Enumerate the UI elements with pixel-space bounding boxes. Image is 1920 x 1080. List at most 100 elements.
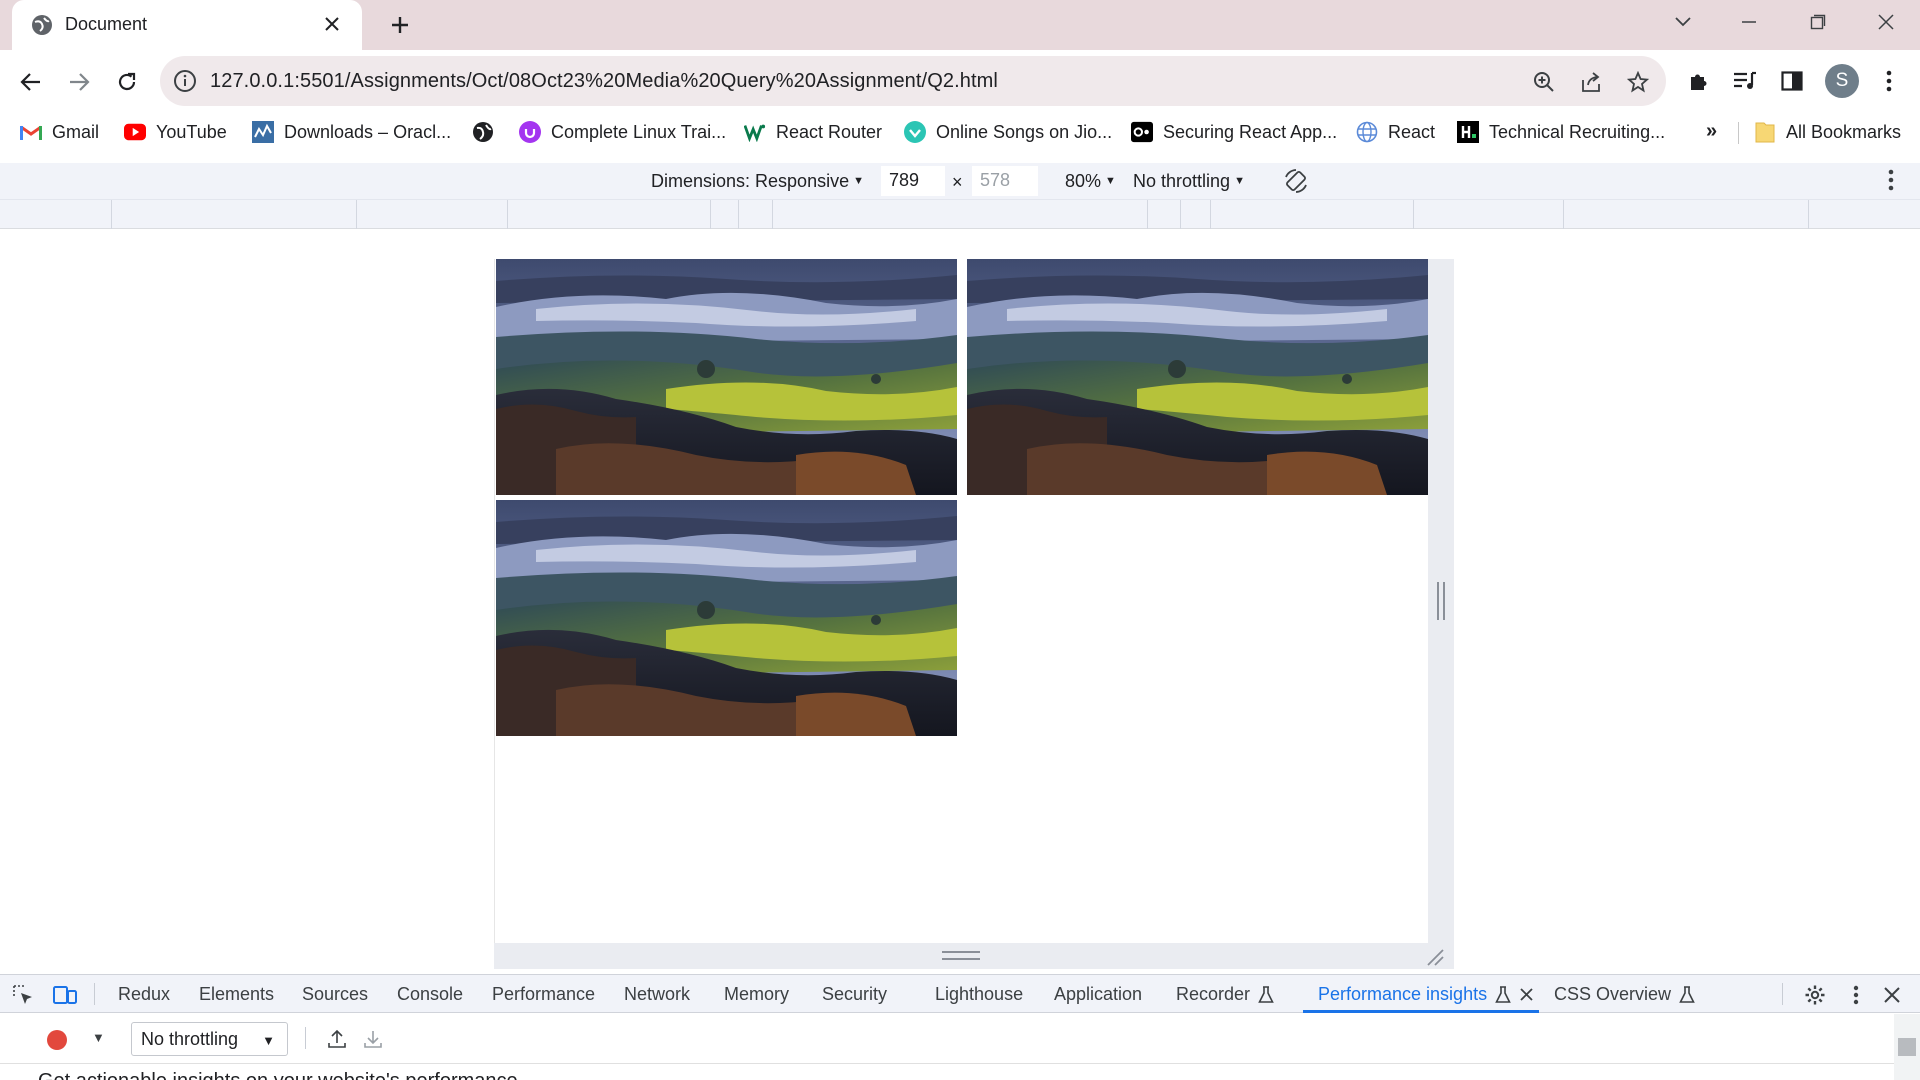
resize-grip [942, 951, 980, 960]
side-panel-icon[interactable] [1777, 66, 1807, 96]
zoom-dropdown[interactable]: 80% ▼ [1065, 171, 1116, 192]
download-icon[interactable] [360, 1026, 386, 1052]
experiment-flask-icon [1258, 985, 1274, 1003]
viewport-height-input[interactable]: 578 [972, 166, 1038, 196]
bookmark-oracle[interactable]: Downloads – Oracl... [252, 119, 451, 145]
dimensions-label: Dimensions: Responsive [651, 171, 850, 191]
udemy-icon [519, 121, 541, 143]
bookmark-gmail[interactable]: Gmail [20, 119, 99, 145]
active-tab-indicator [1303, 1010, 1539, 1013]
bookmark-linux-training[interactable]: Complete Linux Trai... [519, 119, 726, 145]
tab-security[interactable]: Security [822, 984, 887, 1005]
dimensions-dropdown[interactable]: Dimensions: Responsive ▼ [651, 171, 864, 192]
tab-redux[interactable]: Redux [118, 984, 170, 1005]
zoom-value: 80% [1065, 171, 1102, 191]
share-icon[interactable] [1578, 69, 1604, 95]
network-throttling-dropdown[interactable]: No throttling ▼ [1133, 171, 1245, 192]
media-query-marker [738, 200, 739, 229]
viewport-width-input[interactable]: 789 [881, 166, 945, 196]
throttling-select[interactable]: No throttling ▼ [131, 1022, 288, 1056]
rotate-icon[interactable] [1282, 167, 1310, 195]
devtools-scrollbar[interactable] [1894, 1014, 1920, 1080]
bookmarks-overflow-chevron[interactable]: » [1706, 120, 1717, 143]
globe-icon [472, 121, 494, 143]
bookmark-technical-recruiting[interactable]: Technical Recruiting... [1457, 119, 1665, 145]
performance-insights-intro: Get actionable insights on your website'… [38, 1070, 518, 1080]
device-toggle-icon[interactable] [52, 982, 78, 1008]
extensions-icon[interactable] [1683, 66, 1713, 96]
close-devtools-icon[interactable] [1879, 982, 1905, 1008]
media-query-marker [1563, 200, 1564, 229]
bookmarks-bar: Gmail YouTube Downloads – Oracl... Compl… [0, 112, 1920, 152]
upload-icon[interactable] [324, 1026, 350, 1052]
bookmark-jiosaavn[interactable]: Online Songs on Jio... [904, 119, 1112, 145]
bookmark-label: React [1388, 121, 1436, 142]
devtools-menu-icon[interactable] [1843, 982, 1869, 1008]
minimize-icon[interactable] [1732, 8, 1766, 36]
site-info-icon[interactable] [173, 69, 197, 93]
restore-icon[interactable] [1801, 8, 1835, 36]
caret-down-icon: ▼ [1105, 175, 1116, 187]
tab-elements[interactable]: Elements [199, 984, 274, 1005]
record-button[interactable] [47, 1030, 67, 1050]
jiosaavn-icon [904, 121, 926, 143]
all-bookmarks-label: All Bookmarks [1786, 121, 1902, 142]
media-query-bar[interactable] [0, 199, 1920, 229]
settings-gear-icon[interactable] [1802, 982, 1828, 1008]
viewport-resize-handle-bottom[interactable] [494, 943, 1454, 969]
scrollbar-thumb[interactable] [1898, 1038, 1916, 1056]
bookmark-star-icon[interactable] [1625, 69, 1651, 95]
times-sign: × [952, 172, 963, 192]
tab-css-overview[interactable]: CSS Overview [1554, 984, 1695, 1005]
media-query-marker [356, 200, 357, 229]
emulated-viewport [494, 259, 1428, 943]
bookmark-label: Technical Recruiting... [1489, 121, 1666, 142]
experiment-flask-icon [1679, 985, 1695, 1003]
inspect-element-icon[interactable] [10, 982, 36, 1008]
throttling-value: No throttling [1133, 171, 1231, 191]
tab-network[interactable]: Network [624, 984, 690, 1005]
page-area [0, 229, 1920, 974]
media-query-marker [507, 200, 508, 229]
resize-corner-icon[interactable] [1426, 948, 1444, 966]
caret-down-icon: ▼ [853, 175, 864, 187]
new-tab-button[interactable] [386, 11, 414, 39]
back-arrow-icon[interactable] [14, 65, 48, 99]
device-toolbar-menu-icon[interactable] [1888, 169, 1894, 196]
tab-search-icon[interactable] [1666, 8, 1700, 36]
bookmark-react[interactable]: React [1356, 119, 1435, 145]
media-query-marker [1180, 200, 1181, 229]
caret-down-icon: ▼ [262, 1033, 275, 1048]
reload-icon[interactable] [110, 65, 144, 99]
tab-sources[interactable]: Sources [302, 984, 368, 1005]
all-bookmarks-folder[interactable]: All Bookmarks [1754, 119, 1901, 145]
bookmark-globe[interactable] [472, 119, 504, 145]
tab-lighthouse[interactable]: Lighthouse [935, 984, 1023, 1005]
close-tab-icon[interactable] [320, 12, 344, 36]
bookmark-react-router[interactable]: React Router [744, 119, 882, 145]
tab-performance[interactable]: Performance [492, 984, 595, 1005]
media-query-marker [1413, 200, 1414, 229]
tab-application[interactable]: Application [1054, 984, 1142, 1005]
folder-icon [1754, 121, 1776, 143]
okta-icon [1131, 121, 1153, 143]
bookmark-youtube[interactable]: YouTube [124, 119, 227, 145]
profile-avatar[interactable]: S [1825, 64, 1859, 98]
browser-tab[interactable]: Document [12, 0, 362, 50]
tab-console[interactable]: Console [397, 984, 463, 1005]
media-control-icon[interactable] [1730, 66, 1760, 96]
bookmark-securing-react[interactable]: Securing React App... [1131, 119, 1337, 145]
tab-label: Recorder [1176, 984, 1251, 1004]
chrome-menu-icon[interactable] [1874, 66, 1904, 96]
tab-performance-insights[interactable]: Performance insights [1318, 984, 1533, 1005]
zoom-icon[interactable] [1531, 69, 1557, 95]
address-bar[interactable]: 127.0.0.1:5501/Assignments/Oct/08Oct23%2… [160, 56, 1666, 106]
tab-memory[interactable]: Memory [724, 984, 789, 1005]
url-text[interactable]: 127.0.0.1:5501/Assignments/Oct/08Oct23%2… [210, 70, 998, 93]
close-window-icon[interactable] [1869, 8, 1903, 36]
viewport-resize-handle-right[interactable] [1428, 259, 1454, 943]
gmail-icon [20, 121, 42, 143]
tab-recorder[interactable]: Recorder [1176, 984, 1274, 1005]
forward-arrow-icon[interactable] [62, 65, 96, 99]
record-options-caret-icon[interactable]: ▼ [92, 1030, 105, 1045]
